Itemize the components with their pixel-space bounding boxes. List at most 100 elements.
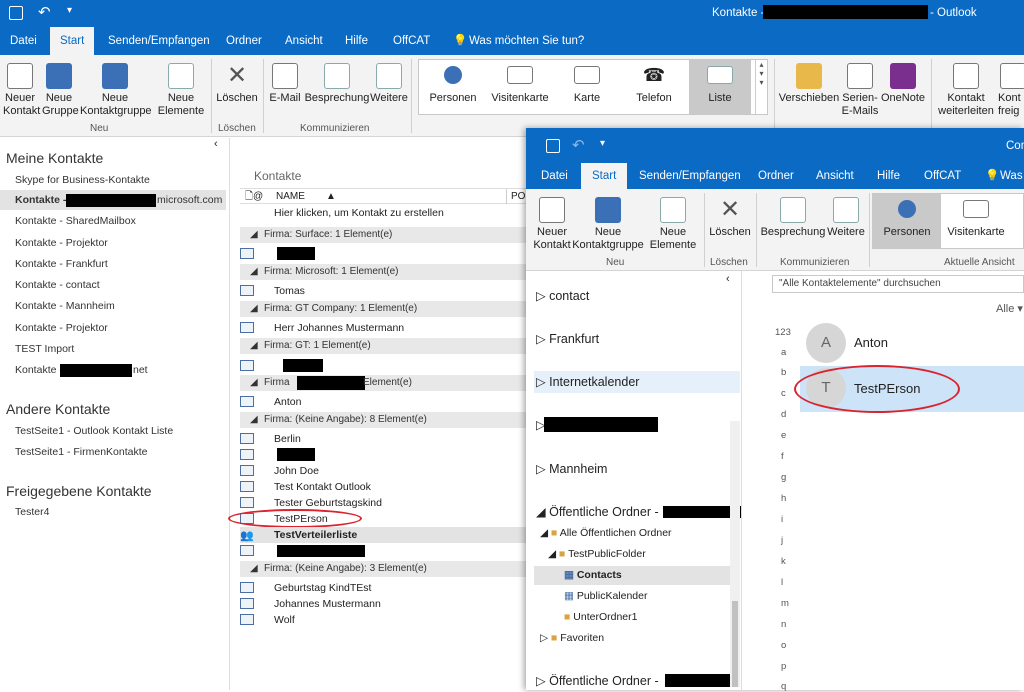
list-item-distribution-list[interactable]: 👥 TestVerteilerliste: [240, 527, 530, 543]
view-business-card[interactable]: Visitenkarte: [945, 200, 1007, 239]
tab-datei[interactable]: Datei: [10, 27, 37, 55]
person-card-anton[interactable]: A Anton: [802, 321, 1024, 365]
collapse-icon[interactable]: ◢: [250, 375, 258, 391]
mail-merge-button[interactable]: Serien-E-Mails: [840, 63, 880, 118]
list-item[interactable]: Wolf: [240, 612, 530, 628]
search-input[interactable]: "Alle Kontaktelemente" durchsuchen: [772, 275, 1024, 293]
nav-item-projektor[interactable]: Kontakte - Projektor: [15, 237, 108, 249]
new-contact-button[interactable]: Neuer Kontakt: [3, 63, 40, 118]
new-items-button[interactable]: Neue Elemente: [154, 63, 208, 118]
nav-item-testseite1-firmen[interactable]: TestSeite1 - FirmenKontakte: [15, 446, 147, 458]
list-item[interactable]: Geburtstag KindTEst: [240, 580, 530, 596]
index-m[interactable]: m: [781, 598, 789, 609]
other-contacts-header[interactable]: Andere Kontakte: [6, 401, 110, 417]
view-business-card[interactable]: Visitenkarte: [489, 66, 551, 105]
tab-senden-empfangen[interactable]: Senden/Empfangen: [108, 27, 210, 55]
meeting-button[interactable]: Besprechung: [304, 63, 370, 105]
column-name[interactable]: NAME: [276, 189, 305, 204]
tab-offcat[interactable]: OffCAT: [393, 27, 430, 55]
view-phone[interactable]: ☎ Telefon: [629, 66, 679, 105]
index-a[interactable]: a: [781, 347, 786, 358]
list-item[interactable]: Johannes Mustermann: [240, 596, 530, 612]
tab-datei[interactable]: Datei: [541, 163, 568, 189]
group-header-microsoft[interactable]: ◢ Firma: Microsoft: 1 Element(e): [240, 264, 530, 280]
onenote-button[interactable]: OneNote: [880, 63, 926, 105]
quick-access-dropdown-icon[interactable]: ▾: [600, 138, 605, 149]
index-n[interactable]: n: [781, 619, 786, 630]
folder-scrollbar[interactable]: [730, 421, 740, 687]
list-item[interactable]: Berlin: [240, 431, 530, 447]
index-i[interactable]: i: [781, 514, 783, 525]
nav-item-kontakte-main[interactable]: Kontakte -: [15, 194, 66, 206]
index-g[interactable]: g: [781, 472, 786, 483]
tab-hilfe[interactable]: Hilfe: [877, 163, 900, 189]
collapse-icon[interactable]: ◢: [250, 301, 258, 317]
collapse-icon[interactable]: ◢: [250, 227, 258, 243]
attachment-column-icon[interactable]: 🗋@: [245, 189, 263, 204]
group-header-keine-8[interactable]: ◢ Firma: (Keine Angabe): 8 Element(e): [240, 412, 530, 428]
tell-me-box[interactable]: Was möchten Sie tun?: [469, 27, 584, 55]
tab-start[interactable]: Start: [581, 163, 628, 189]
index-123[interactable]: 123: [775, 327, 791, 338]
create-contact-row[interactable]: Hier klicken, um Kontakt zu erstellen: [274, 207, 444, 219]
index-d[interactable]: d: [781, 409, 786, 420]
collapse-icon[interactable]: ◢: [250, 412, 258, 428]
gallery-scroll[interactable]: ▴ ▾ ▾: [755, 60, 767, 114]
undo-icon[interactable]: ↶: [38, 3, 51, 21]
nav-item-tester4[interactable]: Tester4: [15, 506, 49, 518]
index-k[interactable]: k: [781, 556, 786, 567]
index-p[interactable]: p: [781, 661, 786, 672]
index-l[interactable]: l: [781, 577, 783, 588]
new-contact-group-button[interactable]: Neue Kontaktgruppe: [572, 197, 644, 252]
email-button[interactable]: E-Mail: [266, 63, 304, 105]
folder-favoriten[interactable]: ▷ ■ Favoriten: [540, 632, 604, 644]
index-q[interactable]: q: [781, 681, 786, 692]
folder-public-2[interactable]: ▷ Öffentliche Ordner -: [536, 673, 659, 688]
tab-senden-empfangen[interactable]: Senden/Empfangen: [639, 163, 741, 189]
nav-item-mannheim[interactable]: Kontakte - Mannheim: [15, 300, 115, 312]
filter-dropdown[interactable]: Alle ▾: [996, 302, 1023, 315]
folder-internetkalender[interactable]: ▷ Internetkalender: [536, 374, 639, 389]
delete-button[interactable]: ✕ Löschen: [214, 63, 260, 105]
tab-ordner[interactable]: Ordner: [758, 163, 794, 189]
nav-item-contact[interactable]: Kontakte - contact: [15, 279, 100, 291]
index-c[interactable]: c: [781, 388, 786, 399]
list-item[interactable]: [240, 543, 530, 559]
delete-button[interactable]: ✕ Löschen: [707, 197, 753, 239]
view-list[interactable]: Liste: [689, 60, 751, 114]
tab-ansicht[interactable]: Ansicht: [285, 27, 323, 55]
list-item[interactable]: Test Kontakt Outlook: [240, 479, 530, 495]
folder-public-1[interactable]: ◢ Öffentliche Ordner -: [536, 504, 659, 519]
index-j[interactable]: j: [781, 535, 783, 546]
my-contacts-header[interactable]: Meine Kontakte: [6, 150, 103, 166]
tab-hilfe[interactable]: Hilfe: [345, 27, 368, 55]
group-header-gt[interactable]: ◢ Firma: GT: 1 Element(e): [240, 338, 530, 354]
folder-contacts[interactable]: ▦ Contacts: [564, 569, 622, 581]
group-header-surface[interactable]: ◢ Firma: Surface: 1 Element(e): [240, 227, 530, 243]
folder-unterordner[interactable]: ■ UnterOrdner1: [564, 611, 637, 623]
collapse-pane-icon[interactable]: ‹: [214, 138, 218, 150]
quick-access-dropdown-icon[interactable]: ▾: [67, 5, 72, 16]
nav-item-test-import[interactable]: TEST Import: [15, 343, 74, 355]
view-persons[interactable]: Personen: [873, 194, 941, 248]
new-group-button[interactable]: Neue Gruppe: [42, 63, 79, 118]
undo-icon[interactable]: ↶: [572, 136, 585, 154]
list-item[interactable]: [240, 447, 530, 463]
collapse-icon[interactable]: ◢: [250, 264, 258, 280]
nav-item-skype[interactable]: Skype for Business-Kontakte: [15, 174, 150, 186]
new-items-button[interactable]: Neue Elemente: [646, 197, 700, 252]
nav-item-sharedmailbox[interactable]: Kontakte - SharedMailbox: [15, 215, 136, 227]
list-item[interactable]: [240, 358, 530, 374]
folder-all-public[interactable]: ◢ ■ Alle Öffentlichen Ordner: [540, 527, 672, 539]
index-b[interactable]: b: [781, 367, 786, 378]
index-o[interactable]: o: [781, 640, 786, 651]
collapse-pane-icon[interactable]: ‹: [726, 273, 730, 285]
collapse-icon[interactable]: ◢: [250, 338, 258, 354]
share-contact-button[interactable]: Kont freig: [998, 63, 1024, 118]
new-contact-group-button[interactable]: Neue Kontaktgruppe: [80, 63, 152, 118]
nav-item-frankfurt[interactable]: Kontakte - Frankfurt: [15, 258, 108, 270]
tab-offcat[interactable]: OffCAT: [924, 163, 961, 189]
tell-me-box[interactable]: Was: [1000, 163, 1023, 189]
tab-start[interactable]: Start: [50, 27, 95, 55]
folder-mannheim[interactable]: ▷ Mannheim: [536, 461, 607, 476]
